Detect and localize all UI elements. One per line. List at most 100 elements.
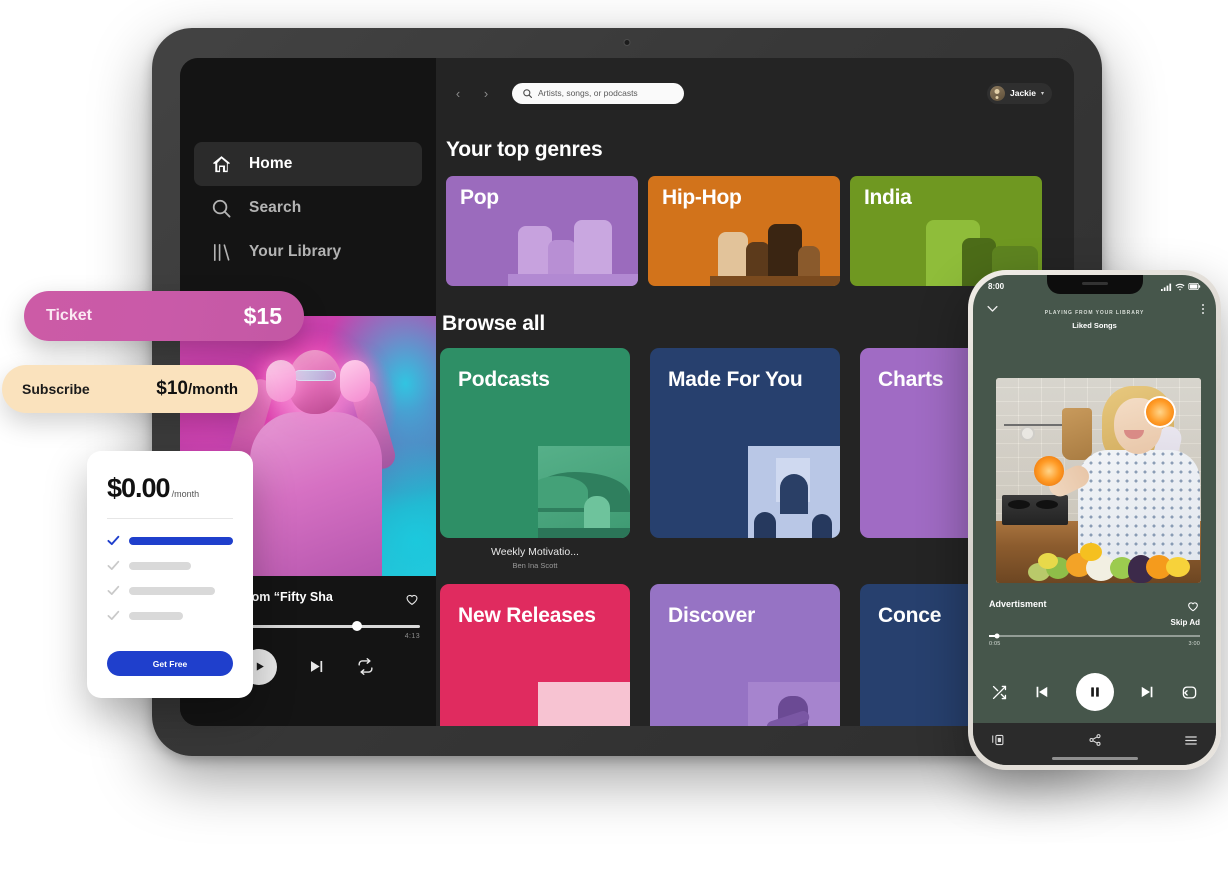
sidebar-item-label: Search (249, 199, 302, 216)
search-input[interactable]: Artists, songs, or podcasts (512, 82, 684, 104)
search-icon (523, 88, 532, 98)
browse-card-podcasts[interactable]: Podcasts (440, 348, 630, 538)
phone-device-frame: 8:00 PLAYING FROM YOUR LIBRARY Liked Son… (968, 270, 1221, 770)
sidebar-item-search[interactable]: Search (194, 186, 422, 230)
queue-icon (1185, 735, 1197, 745)
genre-label: India (864, 186, 912, 209)
chevron-left-icon[interactable]: ‹ (448, 83, 468, 103)
browse-item: Podcasts Weekly Motivatio... Ben Ina Sco… (440, 348, 630, 570)
repeat-button[interactable] (1181, 684, 1198, 701)
price-amount: $0.00 (107, 473, 171, 503)
figure-head (288, 350, 342, 414)
browse-card-discover[interactable]: Discover (650, 584, 840, 726)
top-bar: ‹ › Artists, songs, or podcasts Jackie ▾ (436, 76, 1074, 110)
ad-title: Advertisment (989, 599, 1047, 609)
user-menu[interactable]: Jackie ▾ (986, 82, 1052, 104)
ticket-price-pill[interactable]: Ticket $15 (24, 291, 304, 341)
shuffle-button[interactable] (991, 684, 1008, 701)
sidebar-item-your-library[interactable]: Your Library (194, 230, 422, 274)
skip-previous-button[interactable] (1033, 683, 1051, 701)
check-icon (107, 610, 120, 621)
browse-item: Made For You (650, 348, 840, 570)
sidebar-item-label: Your Library (249, 243, 342, 260)
pill-label: Subscribe (22, 381, 90, 397)
subscribe-price-pill[interactable]: Subscribe $10/month (2, 365, 258, 413)
browse-card-thumb (748, 446, 840, 538)
divider (107, 518, 233, 519)
pill-amount: $10 (156, 378, 188, 399)
tablet-device-frame: Home Search Your Library ke You Do - Fro… (152, 28, 1102, 756)
pricing-card: $0.00 /month Get Free (87, 451, 253, 698)
genre-card-pop[interactable]: Pop (446, 176, 638, 286)
heart-icon[interactable] (1186, 599, 1200, 613)
pause-icon (1090, 687, 1099, 697)
browse-card-label: Conce (878, 604, 942, 627)
phone-progress[interactable]: 0:05 3:00 (989, 633, 1200, 647)
kitchen-pan (1020, 426, 1035, 441)
feature-row (107, 560, 233, 571)
chevron-right-icon[interactable]: › (476, 83, 496, 103)
feature-bar (129, 586, 215, 595)
ad-title-row: Advertisment (989, 599, 1200, 613)
chevron-down-icon[interactable] (985, 301, 1000, 321)
phone-progress-knob[interactable] (994, 633, 1000, 639)
feature-row (107, 610, 233, 621)
feature-bar (129, 536, 233, 545)
browse-card-label: Podcasts (458, 368, 550, 391)
advertisement-image (996, 378, 1201, 583)
browse-caption: Weekly Motivatio... Ben Ina Scott (440, 546, 630, 570)
headphone-right (340, 360, 370, 402)
skip-ad-button[interactable]: Skip Ad (989, 618, 1200, 627)
browse-card-thumb (538, 682, 630, 726)
browse-card-thumb (538, 446, 630, 538)
pause-button[interactable] (1075, 673, 1114, 711)
home-indicator (1051, 757, 1138, 760)
wifi-icon (1175, 283, 1185, 290)
skip-next-button[interactable] (307, 657, 326, 676)
search-icon (210, 197, 233, 220)
status-icons (1161, 283, 1201, 291)
browse-card-label: Made For You (668, 368, 803, 391)
phone-screen: 8:00 PLAYING FROM YOUR LIBRARY Liked Son… (973, 275, 1216, 765)
phone-player-controls (973, 673, 1216, 711)
pill-period: /month (188, 381, 238, 398)
cellular-icon (1161, 283, 1172, 291)
get-free-button[interactable]: Get Free (107, 651, 233, 676)
cutting-board (1062, 408, 1092, 460)
user-name: Jackie (1009, 88, 1036, 98)
home-icon (210, 153, 233, 176)
genre-card-hip-hop[interactable]: Hip-Hop (648, 176, 840, 286)
phone-status-bar: 8:00 (973, 279, 1216, 294)
genre-artwork (508, 206, 638, 286)
phone-progress-track[interactable] (989, 633, 1200, 639)
status-time: 8:00 (988, 282, 1005, 291)
figure-glasses (294, 370, 336, 381)
heart-icon[interactable] (404, 591, 420, 607)
search-placeholder: Artists, songs, or podcasts (538, 88, 638, 98)
share-icon (1088, 734, 1101, 746)
progress-knob[interactable] (352, 621, 363, 632)
check-icon (107, 535, 120, 546)
browse-card-label: Charts (878, 368, 944, 391)
phone-player-header: PLAYING FROM YOUR LIBRARY Liked Songs (973, 299, 1216, 333)
time-total: 3:00 (1188, 640, 1200, 647)
genres-heading: Your top genres (446, 138, 603, 161)
phone-context-titles: PLAYING FROM YOUR LIBRARY Liked Songs (1000, 301, 1189, 330)
skip-next-button[interactable] (1138, 683, 1156, 701)
avatar (989, 85, 1005, 101)
kebab-menu-icon[interactable] (1189, 301, 1204, 314)
genres-row: Pop Hip-Hop India (436, 176, 1074, 286)
browse-card-made-for-you[interactable]: Made For You (650, 348, 840, 538)
caption-subtitle: Ben Ina Scott (512, 561, 558, 570)
play-icon (256, 662, 264, 671)
playlist-name: Liked Songs (1072, 321, 1117, 330)
kitchen-rail (1004, 424, 1066, 426)
browse-card-new-releases[interactable]: New Releases (440, 584, 630, 726)
genre-label: Hip-Hop (662, 186, 742, 209)
sidebar-nav: Home Search Your Library (194, 142, 422, 274)
genre-artwork (710, 206, 840, 286)
devices-icon (992, 734, 1004, 746)
repeat-button[interactable] (356, 657, 375, 676)
sidebar-item-home[interactable]: Home (194, 142, 422, 186)
browse-card-label: Discover (668, 604, 756, 627)
